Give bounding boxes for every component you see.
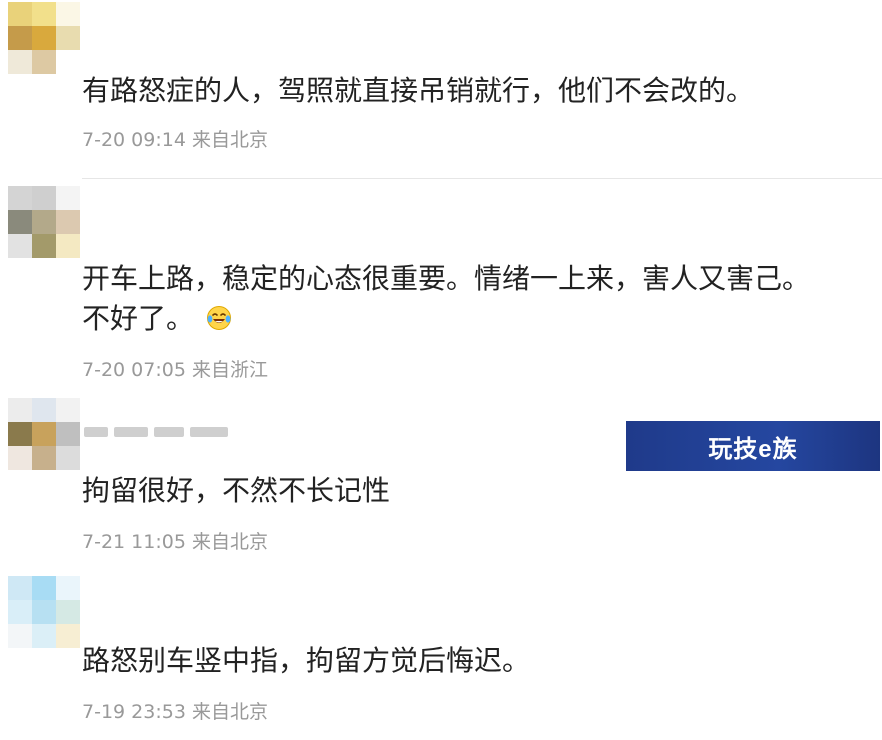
comment-text: 有路怒症的人，驾照就直接吊销就行，他们不会改的。 — [82, 74, 755, 107]
comment-text-line-2-wrap: 不好了。 — [82, 298, 232, 340]
avatar[interactable] — [8, 398, 80, 470]
comment-text: 开车上路，稳定的心态很重要。情绪一上来，害人又害己。 — [82, 258, 810, 300]
comment-text-line-1: 开车上路，稳定的心态很重要。情绪一上来，害人又害己。 — [82, 262, 811, 295]
comment-meta: 7-20 07:05 来自浙江 — [82, 359, 268, 381]
avatar[interactable] — [8, 186, 80, 258]
username-blurred[interactable] — [84, 418, 228, 446]
comment-meta: 7-19 23:53 来自北京 — [82, 701, 268, 723]
avatar[interactable] — [8, 2, 80, 74]
avatar[interactable] — [8, 576, 80, 648]
divider — [82, 178, 882, 179]
laughing-tears-icon — [206, 301, 232, 330]
comment-meta: 7-20 09:14 来自北京 — [82, 129, 268, 151]
comment-text: 拘留很好，不然不长记性 — [82, 474, 391, 507]
comment-text: 路怒别车竖中指，拘留方觉后悔迟。 — [82, 644, 531, 677]
comment-text-line-2: 不好了。 — [82, 302, 195, 335]
comment-meta: 7-21 11:05 来自北京 — [82, 531, 268, 553]
watermark-logo: 玩技e族 — [626, 421, 880, 471]
